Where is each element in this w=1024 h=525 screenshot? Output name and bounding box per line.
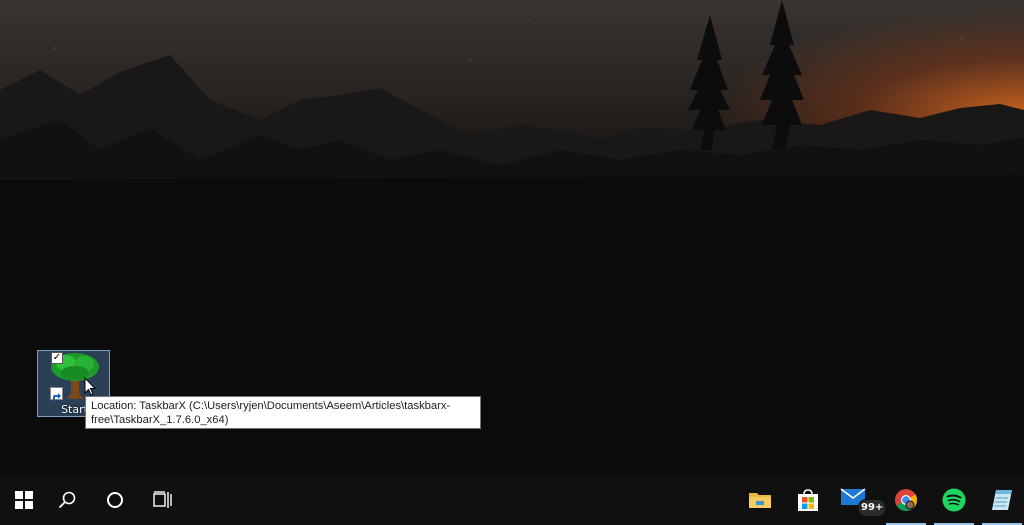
checkbox-icon[interactable]: ✓ bbox=[51, 352, 63, 364]
cortana-circle-icon bbox=[107, 492, 123, 508]
desktop[interactable]: ✓ Start Location: TaskbarX (C:\Users\ryj… bbox=[0, 0, 1024, 475]
notepad-icon bbox=[992, 490, 1012, 510]
taskbar-chrome[interactable] bbox=[882, 475, 930, 525]
search-button[interactable] bbox=[43, 475, 91, 525]
task-view-button[interactable] bbox=[139, 475, 187, 525]
store-bag-icon bbox=[798, 489, 818, 511]
spotify-icon bbox=[942, 488, 966, 512]
shortcut-arrow-icon bbox=[50, 387, 63, 401]
taskbar: 99+ bbox=[0, 475, 1024, 525]
search-icon bbox=[58, 491, 76, 509]
taskbar-microsoft-store[interactable] bbox=[784, 475, 832, 525]
start-button[interactable] bbox=[0, 475, 48, 525]
taskbar-spotify[interactable] bbox=[930, 475, 978, 525]
folder-icon bbox=[749, 493, 771, 508]
windows-logo-icon bbox=[15, 491, 33, 509]
cortana-button[interactable] bbox=[91, 475, 139, 525]
task-view-icon bbox=[153, 491, 172, 508]
taskbar-notepad-app[interactable] bbox=[978, 475, 1024, 525]
mouse-cursor-icon bbox=[84, 377, 96, 396]
location-tooltip: Location: TaskbarX (C:\Users\ryjen\Docum… bbox=[85, 396, 481, 429]
taskbar-file-explorer[interactable] bbox=[736, 475, 784, 525]
chrome-icon bbox=[895, 489, 917, 511]
taskbar-mail[interactable]: 99+ bbox=[832, 475, 887, 525]
